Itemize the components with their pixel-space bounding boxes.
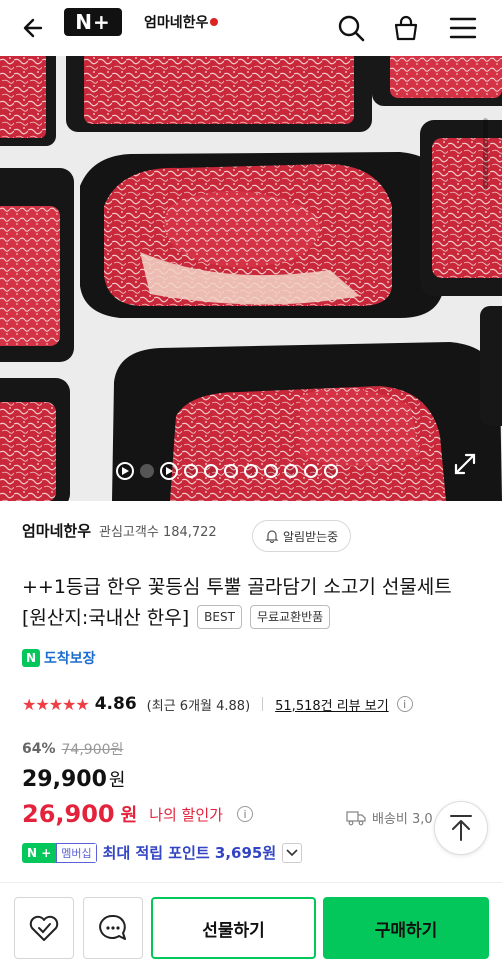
image-scrollbar[interactable] [483, 118, 488, 190]
sale-price-unit: 원 [108, 770, 126, 791]
bottom-action-bar: 선물하기 구매하기 [0, 882, 502, 960]
best-tag: BEST [197, 605, 242, 629]
rating-row: ★★★★★ 4.86 (최근 6개월 4.88) 51,518건 리뷰 보기 i [22, 693, 413, 715]
buy-button[interactable]: 구매하기 [323, 897, 489, 959]
original-price: 74,900원 [61, 742, 124, 758]
seller-name[interactable]: 엄마네한우 [22, 520, 91, 541]
expand-icon[interactable] [452, 451, 478, 477]
info-icon[interactable]: i [396, 696, 413, 712]
delivery-guarantee-badge[interactable]: N 도착보장 [22, 648, 96, 668]
divider [262, 697, 264, 711]
sale-price-value: 29,900 [22, 767, 107, 792]
top-bar: N+ 엄마네한우 [0, 0, 502, 56]
arrow-up-icon [450, 815, 472, 841]
video-play-icon[interactable] [116, 462, 134, 480]
my-price-unit: 원 [120, 805, 138, 826]
naver-plus-membership-badge: N + 멤버십 [22, 842, 97, 863]
nplus-badge: N + [22, 842, 57, 863]
gallery-indicator [116, 462, 338, 480]
gallery-dot[interactable] [284, 464, 298, 478]
nplus-store-badge[interactable]: N+ [64, 8, 122, 36]
info-icon[interactable]: i [236, 806, 253, 822]
delivery-guarantee-label: 도착보장 [44, 651, 96, 667]
heart-check-icon [29, 915, 59, 941]
rating-score: 4.86 [94, 694, 137, 714]
cart-icon[interactable] [384, 6, 428, 50]
bell-icon [265, 530, 279, 543]
discount-row: 64% 74,900원 [22, 739, 123, 759]
logo-seal-icon [210, 18, 219, 26]
max-points: 최대 적립 포인트 3,695원 [102, 844, 277, 862]
store-logo[interactable]: 엄마네한우 [144, 10, 219, 34]
gallery-dot[interactable] [224, 464, 238, 478]
video-play-icon[interactable] [160, 462, 178, 480]
shipping-fee: 배송비 3,0 [346, 808, 433, 827]
wishlist-button[interactable] [14, 897, 74, 959]
gallery-dot[interactable] [204, 464, 218, 478]
membership-badge: 멤버십 [56, 842, 97, 863]
discount-percent: 64% [22, 741, 56, 757]
my-price-value: 26,900 [22, 800, 115, 828]
scroll-to-top-button[interactable] [434, 801, 488, 855]
gallery-dot[interactable] [304, 464, 318, 478]
talktalk-chat-button[interactable] [83, 897, 143, 959]
gallery-dot[interactable] [324, 464, 338, 478]
back-arrow-icon[interactable] [12, 6, 56, 50]
gallery-dot[interactable] [184, 464, 198, 478]
shipping-fee-label: 배송비 3,0 [372, 812, 433, 827]
product-title-block: ++1등급 한우 꽃등심 투뿔 골라담기 소고기 선물세트 [원산지:국내산 한… [22, 572, 482, 634]
my-price-label: 나의 할인가 [149, 805, 223, 824]
beef-trays-photo [0, 56, 502, 501]
sale-price: 29,900 원 [22, 766, 125, 792]
search-icon[interactable] [329, 6, 373, 50]
truck-icon [346, 810, 366, 825]
my-discount-price: 26,900 원 나의 할인가 i [22, 800, 253, 828]
review-link[interactable]: 51,518건 리뷰 보기 [275, 695, 389, 714]
gallery-dot[interactable] [244, 464, 258, 478]
product-image-gallery[interactable] [0, 56, 502, 501]
gift-button[interactable]: 선물하기 [151, 897, 316, 959]
menu-icon[interactable] [441, 6, 485, 50]
store-logo-text: 엄마네한우 [144, 15, 209, 31]
free-return-tag: 무료교환반품 [249, 605, 331, 629]
recent-rating: (최근 6개월 4.88) [146, 698, 251, 714]
chat-bubble-icon [99, 914, 126, 940]
points-row[interactable]: N + 멤버십 최대 적립 포인트 3,695원 [22, 842, 303, 863]
star-rating-icon: ★★★★★ [22, 694, 90, 714]
alarm-label: 알림받는중 [283, 529, 339, 544]
seller-row: 엄마네한우 관심고객수 184,722 [22, 520, 217, 541]
gallery-dot[interactable] [140, 464, 154, 478]
seller-fans-count: 관심고객수 184,722 [99, 525, 217, 540]
naver-n-icon: N [22, 649, 40, 667]
alarm-button[interactable]: 알림받는중 [252, 520, 352, 552]
chevron-down-icon[interactable] [282, 842, 303, 863]
gallery-dot[interactable] [264, 464, 278, 478]
